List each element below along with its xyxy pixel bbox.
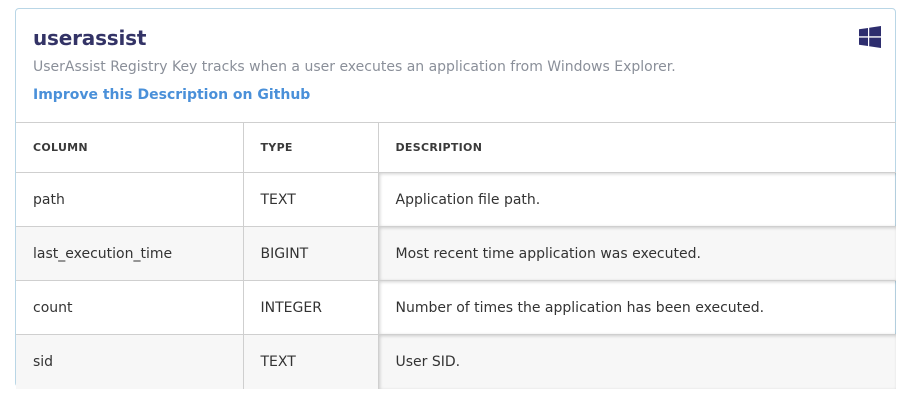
column-name: path (16, 172, 244, 227)
column-description: Number of times the application has been… (377, 280, 896, 335)
column-type: INTEGER (242, 280, 379, 335)
improve-description-link[interactable]: Improve this Description on Github (33, 87, 310, 103)
table-description: UserAssist Registry Key tracks when a us… (33, 59, 676, 75)
column-description: User SID. (377, 334, 896, 389)
schema-header-row: COLUMN TYPE DESCRIPTION (16, 122, 896, 173)
table-row: last_execution_time BIGINT Most recent t… (16, 226, 896, 281)
column-header: COLUMN (16, 122, 244, 173)
table-card: userassist UserAssist Registry Key track… (15, 8, 896, 389)
table-row: sid TEXT User SID. (16, 334, 896, 389)
column-name: last_execution_time (16, 226, 244, 281)
column-description: Application file path. (377, 172, 896, 227)
column-description: Most recent time application was execute… (377, 226, 896, 281)
table-row: count INTEGER Number of times the applic… (16, 280, 896, 335)
column-name: sid (16, 334, 244, 389)
type-header: TYPE (242, 122, 379, 173)
table-row: path TEXT Application file path. (16, 172, 896, 227)
windows-icon (859, 26, 881, 48)
schema-table: COLUMN TYPE DESCRIPTION path TEXT Applic… (16, 122, 896, 389)
column-type: TEXT (242, 172, 379, 227)
column-name: count (16, 280, 244, 335)
table-title: userassist (33, 26, 147, 50)
column-type: TEXT (242, 334, 379, 389)
column-type: BIGINT (242, 226, 379, 281)
card-header: userassist UserAssist Registry Key track… (16, 9, 895, 122)
description-header: DESCRIPTION (377, 122, 896, 173)
